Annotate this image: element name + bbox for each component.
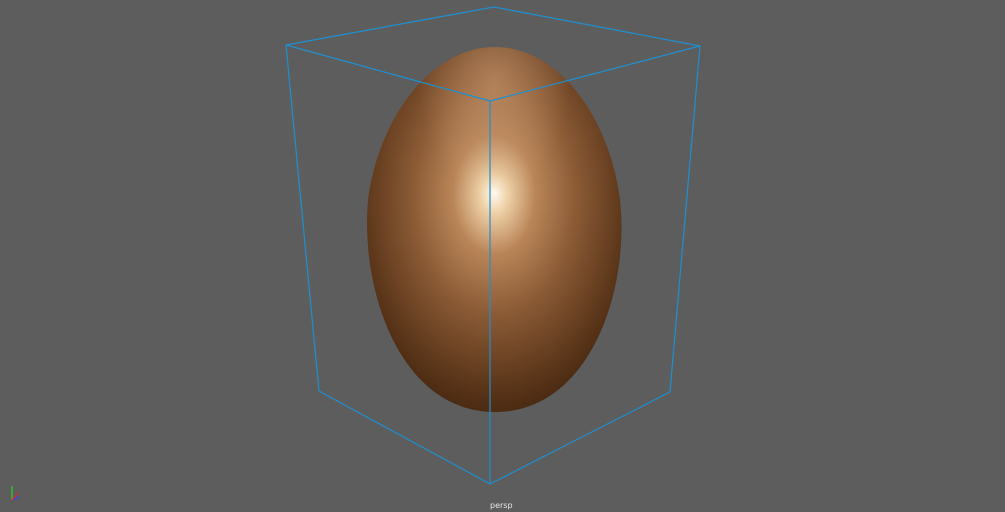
camera-label: persp — [490, 501, 513, 510]
axis-gizmo-icon — [11, 486, 20, 501]
scene-canvas[interactable] — [0, 0, 1005, 512]
egg-top-reflection — [367, 47, 622, 412]
maya-viewport-persp[interactable]: persp — [0, 0, 1005, 512]
